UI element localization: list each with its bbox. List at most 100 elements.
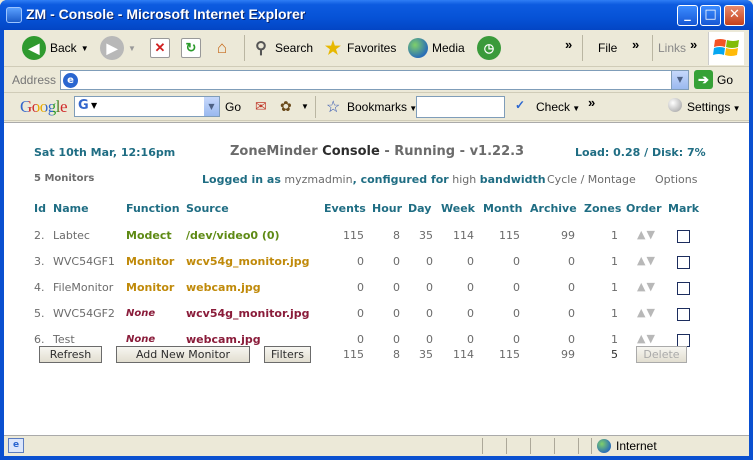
- monitor-name-link[interactable]: WVC54GF2: [53, 307, 115, 320]
- address-go-button[interactable]: ➔ Go: [694, 70, 733, 89]
- hour-events-link[interactable]: 8: [372, 229, 400, 242]
- address-input[interactable]: e ▼: [60, 70, 689, 90]
- total-hour[interactable]: 8: [372, 348, 400, 361]
- chevron-down-icon[interactable]: ▼: [671, 71, 688, 89]
- add-new-monitor-button[interactable]: Add New Monitor: [116, 346, 250, 363]
- zones-link[interactable]: 1: [584, 333, 618, 346]
- total-week[interactable]: 114: [441, 348, 474, 361]
- bookmarks-menu[interactable]: Bookmarks ▼: [347, 100, 417, 114]
- home-button[interactable]: ⌂: [212, 34, 232, 62]
- google-go-button[interactable]: Go: [225, 100, 241, 114]
- week-events-link[interactable]: 0: [441, 333, 474, 346]
- bookmark-search-input[interactable]: [416, 96, 505, 118]
- back-button[interactable]: ◀ Back ▼: [22, 34, 89, 62]
- order-arrows-icon[interactable]: ▲▼: [637, 228, 656, 241]
- archive-events-link[interactable]: 0: [530, 255, 575, 268]
- zones-link[interactable]: 1: [584, 229, 618, 242]
- google-logo[interactable]: Google: [20, 97, 68, 117]
- day-events-link[interactable]: 35: [408, 229, 433, 242]
- hour-events-link[interactable]: 0: [372, 281, 400, 294]
- day-events-link[interactable]: 0: [408, 281, 433, 294]
- chevron-down-icon[interactable]: ▼: [204, 97, 219, 116]
- zones-link[interactable]: 1: [584, 255, 618, 268]
- month-events-link[interactable]: 0: [483, 333, 520, 346]
- forward-button[interactable]: ▶ ▼: [100, 34, 136, 62]
- options-link[interactable]: Options: [655, 173, 697, 186]
- title-bar[interactable]: ZM - Console - Microsoft Internet Explor…: [0, 0, 753, 30]
- month-events-link[interactable]: 0: [483, 281, 520, 294]
- monitor-name-link[interactable]: FileMonitor: [53, 281, 113, 294]
- chevron-down-icon[interactable]: ▼: [301, 102, 309, 111]
- google-search-input[interactable]: G ▼ ▼: [74, 96, 220, 117]
- google-bar-chevron[interactable]: »: [588, 95, 595, 110]
- monitor-name-link[interactable]: Test: [53, 333, 75, 346]
- menu-chevron[interactable]: »: [632, 30, 639, 58]
- filters-button[interactable]: Filters: [264, 346, 311, 363]
- monitor-name-link[interactable]: Labtec: [53, 229, 90, 242]
- username-link[interactable]: myzmadmin: [284, 173, 352, 186]
- week-events-link[interactable]: 114: [441, 229, 474, 242]
- cycle-link[interactable]: Cycle: [547, 173, 577, 186]
- delete-button[interactable]: Delete: [636, 346, 687, 363]
- settings-menu[interactable]: Settings ▼: [687, 100, 741, 114]
- archive-events-link[interactable]: 0: [530, 333, 575, 346]
- order-arrows-icon[interactable]: ▲▼: [637, 332, 656, 345]
- events-link[interactable]: 0: [334, 255, 364, 268]
- refresh-button[interactable]: Refresh: [39, 346, 102, 363]
- archive-events-link[interactable]: 0: [530, 281, 575, 294]
- run-state-link[interactable]: Running: [394, 144, 455, 159]
- mark-checkbox[interactable]: [677, 256, 690, 269]
- hour-events-link[interactable]: 0: [372, 333, 400, 346]
- archive-events-link[interactable]: 0: [530, 307, 575, 320]
- total-day[interactable]: 35: [408, 348, 433, 361]
- order-arrows-icon[interactable]: ▲▼: [637, 306, 656, 319]
- source-link[interactable]: webcam.jpg: [186, 333, 261, 346]
- close-button[interactable]: ✕: [724, 5, 745, 26]
- stop-button[interactable]: ✕: [150, 34, 170, 62]
- function-link[interactable]: Monitor: [126, 281, 174, 294]
- day-events-link[interactable]: 0: [408, 307, 433, 320]
- function-link[interactable]: Modect: [126, 229, 172, 242]
- week-events-link[interactable]: 0: [441, 255, 474, 268]
- refresh-page-button[interactable]: ↻: [181, 34, 201, 62]
- hour-events-link[interactable]: 0: [372, 307, 400, 320]
- function-link[interactable]: None: [126, 334, 155, 345]
- day-events-link[interactable]: 0: [408, 255, 433, 268]
- month-events-link[interactable]: 115: [483, 229, 520, 242]
- events-link[interactable]: 0: [334, 307, 364, 320]
- version-link[interactable]: v1.22.3: [470, 144, 525, 159]
- minimize-button[interactable]: _: [677, 5, 698, 26]
- function-link[interactable]: Monitor: [126, 255, 174, 268]
- source-link[interactable]: /dev/video0 (0): [186, 229, 280, 242]
- bandwidth-link[interactable]: high: [452, 173, 476, 186]
- search-button[interactable]: ⚲ Search: [251, 34, 313, 62]
- check-menu[interactable]: Check ▼: [536, 100, 580, 114]
- events-link[interactable]: 0: [334, 333, 364, 346]
- links-bar[interactable]: Links: [658, 34, 686, 62]
- week-events-link[interactable]: 0: [441, 307, 474, 320]
- total-events[interactable]: 115: [334, 348, 364, 361]
- zones-link[interactable]: 1: [584, 281, 618, 294]
- month-events-link[interactable]: 0: [483, 255, 520, 268]
- events-link[interactable]: 115: [334, 229, 364, 242]
- montage-link[interactable]: Montage: [588, 173, 636, 186]
- pagerank-icon[interactable]: ✉: [255, 98, 267, 115]
- order-arrows-icon[interactable]: ▲▼: [637, 280, 656, 293]
- source-link[interactable]: wcv54g_monitor.jpg: [186, 307, 310, 320]
- file-menu[interactable]: File: [598, 34, 617, 62]
- total-archive[interactable]: 99: [530, 348, 575, 361]
- media-button[interactable]: Media: [408, 34, 465, 62]
- favorites-button[interactable]: ★ Favorites: [323, 34, 396, 62]
- total-month[interactable]: 115: [483, 348, 520, 361]
- archive-events-link[interactable]: 99: [530, 229, 575, 242]
- toolbar-chevron[interactable]: »: [565, 30, 572, 58]
- monitor-name-link[interactable]: WVC54GF1: [53, 255, 115, 268]
- source-link[interactable]: wcv54g_monitor.jpg: [186, 255, 310, 268]
- mark-checkbox[interactable]: [677, 282, 690, 295]
- events-link[interactable]: 0: [334, 281, 364, 294]
- links-chevron[interactable]: »: [690, 30, 697, 58]
- source-link[interactable]: webcam.jpg: [186, 281, 261, 294]
- week-events-link[interactable]: 0: [441, 281, 474, 294]
- maximize-button[interactable]: □: [700, 5, 721, 26]
- history-button[interactable]: ◷: [477, 34, 501, 62]
